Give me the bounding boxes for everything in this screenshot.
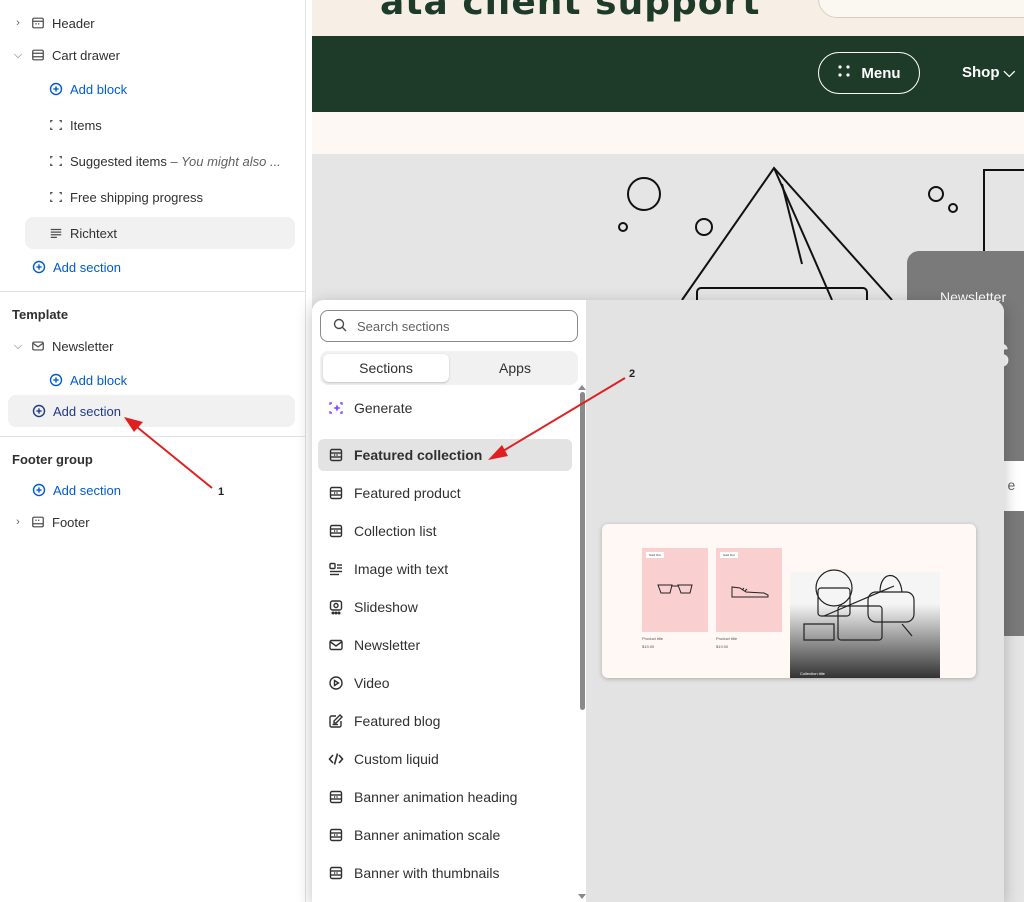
- section-option-banner-animation-heading[interactable]: Banner animation heading: [318, 781, 572, 813]
- image-text-icon: [328, 561, 344, 577]
- chevron-down-icon: ⌵: [1003, 64, 1016, 81]
- dots-grid-icon: [837, 64, 851, 82]
- template-group-title: Template: [12, 307, 69, 322]
- section-option-image-with-text[interactable]: Image with text: [318, 553, 572, 585]
- banner-search-pill[interactable]: [818, 0, 1024, 18]
- section-option-featured-blog[interactable]: Featured blog: [318, 705, 572, 737]
- section-preview-pane: Sold Out Product title $19.00 Sold Out P…: [586, 300, 1004, 902]
- banner-text: ata client support: [380, 0, 761, 23]
- tab-sections[interactable]: Sections: [323, 354, 449, 382]
- section-layout-icon: [328, 865, 344, 881]
- scroll-up-arrow[interactable]: [578, 385, 586, 390]
- featured-collection-thumbnail: Sold Out Product title $19.00 Sold Out P…: [602, 524, 976, 678]
- annotation-number-1: 1: [218, 486, 225, 498]
- header-add-section-button[interactable]: Add section: [31, 253, 121, 281]
- section-header-label: Header: [52, 15, 95, 31]
- picker-tabs: Sections Apps: [320, 351, 578, 385]
- generate-button[interactable]: Generate: [318, 392, 572, 424]
- block-items[interactable]: Items: [48, 111, 102, 139]
- product-card: Sold Out: [716, 548, 782, 632]
- section-footer[interactable]: › Footer: [12, 508, 89, 536]
- footer-section-icon: [30, 514, 46, 530]
- block-icon: [48, 117, 64, 133]
- shop-nav-link[interactable]: Shop ⌵: [962, 64, 1015, 81]
- block-free-shipping[interactable]: Free shipping progress: [48, 183, 203, 211]
- section-layout-icon: [328, 789, 344, 805]
- section-picker-popover: Sections Apps Generate Featured collecti…: [312, 300, 1004, 902]
- cart-drawer-section-icon: [30, 47, 46, 63]
- divider: [0, 436, 306, 437]
- section-header[interactable]: › Header: [12, 9, 95, 37]
- newsletter-add-block-button[interactable]: Add block: [48, 366, 127, 394]
- template-add-section-button[interactable]: Add section: [31, 397, 121, 425]
- section-cart-drawer[interactable]: ⌵ Cart drawer: [12, 41, 120, 69]
- section-option-slideshow[interactable]: Slideshow: [318, 591, 572, 623]
- search-sections-input[interactable]: [357, 318, 557, 334]
- annotation-number-2: 2: [629, 368, 636, 380]
- block-icon: [48, 153, 64, 169]
- code-icon: [328, 751, 344, 767]
- block-suggested-items[interactable]: Suggested items – You might also ...: [48, 147, 281, 175]
- section-layout-icon: [328, 447, 344, 463]
- plus-circle-icon: [31, 403, 47, 419]
- announcement-banner: ata client support: [312, 0, 1024, 36]
- envelope-icon: [30, 338, 46, 354]
- section-option-collection-list[interactable]: Collection list: [318, 515, 572, 547]
- section-layout-icon: [328, 523, 344, 539]
- collection-hero-image: Collection title: [790, 569, 940, 678]
- section-newsletter[interactable]: ⌵ Newsletter: [12, 332, 114, 360]
- footer-add-section-button[interactable]: Add section: [31, 476, 121, 504]
- chevron-right-icon[interactable]: ›: [12, 516, 24, 528]
- header-section-icon: [30, 15, 46, 31]
- section-option-custom-liquid[interactable]: Custom liquid: [318, 743, 572, 775]
- section-option-featured-collection[interactable]: Featured collection: [318, 439, 572, 471]
- play-circle-icon: [328, 675, 344, 691]
- section-option-banner-with-thumbnails[interactable]: Banner with thumbnails: [318, 857, 572, 889]
- block-richtext[interactable]: Richtext: [48, 219, 117, 247]
- search-icon: [333, 318, 347, 335]
- search-sections-box[interactable]: [320, 310, 578, 342]
- plus-circle-icon: [48, 372, 64, 388]
- section-picker-list: Sections Apps Generate Featured collecti…: [312, 300, 586, 902]
- chevron-right-icon[interactable]: ›: [12, 17, 24, 29]
- blog-edit-icon: [328, 713, 344, 729]
- chevron-down-icon[interactable]: ⌵: [12, 340, 24, 353]
- section-layout-icon: [328, 827, 344, 843]
- store-navbar: Menu Shop ⌵: [312, 36, 1024, 112]
- theme-editor-sidebar: › Header ⌵ Cart drawer Add block Items S…: [0, 0, 306, 902]
- section-layout-icon: [328, 485, 344, 501]
- section-option-newsletter[interactable]: Newsletter: [318, 629, 572, 661]
- footer-group-title: Footer group: [12, 452, 93, 467]
- cart-add-block-button[interactable]: Add block: [48, 75, 127, 103]
- plus-circle-icon: [31, 259, 47, 275]
- text-lines-icon: [48, 225, 64, 241]
- bags-illustration-icon: [803, 569, 915, 641]
- plus-circle-icon: [31, 482, 47, 498]
- menu-button[interactable]: Menu: [818, 52, 920, 94]
- slideshow-icon: [328, 599, 344, 615]
- scroll-down-arrow[interactable]: [578, 894, 586, 899]
- sparkle-block-icon: [329, 402, 343, 414]
- section-cart-drawer-label: Cart drawer: [52, 47, 120, 63]
- section-option-banner-animation-scale[interactable]: Banner animation scale: [318, 819, 572, 851]
- block-icon: [48, 189, 64, 205]
- divider: [0, 291, 306, 292]
- section-option-video[interactable]: Video: [318, 667, 572, 699]
- list-scrollbar[interactable]: [580, 392, 585, 710]
- tab-apps[interactable]: Apps: [454, 354, 576, 382]
- product-card: Sold Out: [642, 548, 708, 632]
- sunglasses-icon: [657, 584, 693, 594]
- section-option-featured-product[interactable]: Featured product: [318, 477, 572, 509]
- plus-circle-icon: [48, 81, 64, 97]
- preview-strip: [312, 112, 1024, 154]
- envelope-icon: [328, 637, 344, 653]
- sneaker-icon: [731, 586, 769, 598]
- chevron-down-icon[interactable]: ⌵: [12, 49, 24, 62]
